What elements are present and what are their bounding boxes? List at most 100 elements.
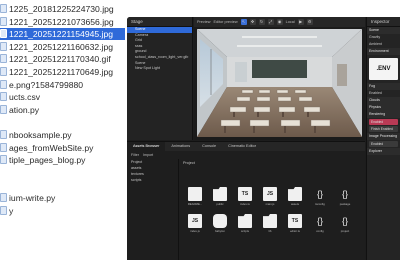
inspector-button-enabled[interactable]: Enabled <box>369 119 398 125</box>
stage-panel-title: Stage <box>127 17 192 27</box>
file-name: e.png?1584799880 <box>9 79 84 90</box>
asset-name: config <box>316 229 324 233</box>
asset-item[interactable]: babylon <box>210 214 230 233</box>
file-list-item[interactable] <box>0 179 125 191</box>
inspector-section-clouds[interactable]: Clouds <box>367 97 400 104</box>
preview-toolbar: Preview Editor preview ↖ ✥ ↻ ⤢ ◉ Local ▶… <box>194 17 365 27</box>
rotate-tool-icon[interactable]: ↻ <box>258 19 265 25</box>
asset-item[interactable]: assets <box>285 187 305 206</box>
braces-icon: {} <box>316 216 323 226</box>
file-name: 1221_20251221160632.jpg <box>9 41 114 52</box>
asset-name: lib <box>268 229 272 233</box>
inspector-row-gravity[interactable]: Gravity <box>367 34 400 41</box>
inspector-section-image-processing[interactable]: Image Processing <box>367 133 400 140</box>
file-name: y <box>9 205 14 216</box>
asset-item[interactable]: TS index.ts <box>235 187 255 206</box>
file-name: 1221_20251221073656.jpg <box>9 16 114 27</box>
inspector-fog-enabled[interactable]: Enabled <box>367 90 400 97</box>
tab-animations[interactable]: Animations <box>165 142 196 151</box>
file-list: 1225_20181225224730.jpg 1221_202512210736… <box>0 0 125 260</box>
asset-item[interactable]: {} tsconfig <box>310 187 330 206</box>
env-texture-preview[interactable]: .ENV <box>369 58 398 80</box>
asset-item[interactable]: TS editor.ts <box>285 214 305 233</box>
file-icon <box>0 29 7 39</box>
file-name: 1221_20251221154945.jpg <box>9 29 114 40</box>
file-name: 1221_20251221170649.jpg <box>9 67 114 77</box>
file-name: 1221_20251221170340.gif <box>9 54 111 65</box>
file-icon <box>0 54 7 64</box>
tab-console[interactable]: Console <box>196 142 222 151</box>
import-button[interactable]: Import <box>143 153 153 157</box>
play-icon[interactable]: ▶ <box>297 19 304 25</box>
inspector-section-fog[interactable]: Fog <box>367 83 400 90</box>
asset-item[interactable]: JS main.js <box>260 187 280 206</box>
file-icon <box>0 41 7 51</box>
stage-tree-item[interactable]: New Spot Light <box>127 66 192 72</box>
file-icon <box>0 142 7 152</box>
file-list-item[interactable]: 1221_20251221170649.jpg <box>0 66 125 78</box>
inspector-section-environment[interactable]: Environment <box>367 48 400 55</box>
select-tool-icon[interactable]: ↖ <box>240 19 247 25</box>
file-list-item[interactable]: ages_fromWebSite.py <box>0 142 125 154</box>
space-selector[interactable]: Local <box>286 20 295 24</box>
inspector-row-ambient[interactable]: Ambient <box>367 41 400 48</box>
file-list-item[interactable]: nbooksample.py <box>0 129 125 141</box>
braces-icon: {} <box>341 189 348 199</box>
file-name: ium-write.py <box>9 193 56 203</box>
js-icon: JS <box>263 187 277 201</box>
bottom-area: Assets Browser Animations Console Cinema… <box>127 141 365 260</box>
file-list-item[interactable]: 1221_20251221073656.jpg <box>0 16 125 28</box>
scene-viewport[interactable] <box>197 29 362 137</box>
file-list-item[interactable]: ucts.csv <box>0 91 125 103</box>
file-list-item[interactable]: 1221_20251221154945.jpg <box>0 28 125 41</box>
inspector-panel: Inspector Scene Gravity Ambient Environm… <box>366 17 400 260</box>
asset-name: scripts <box>240 229 250 233</box>
inspector-button-ip-enabled[interactable]: Enabled <box>369 141 398 147</box>
file-list-item[interactable]: ation.py <box>0 104 125 116</box>
asset-name: babylon <box>215 229 225 233</box>
file-list-item[interactable] <box>0 116 125 128</box>
move-tool-icon[interactable]: ✥ <box>249 19 256 25</box>
tab-assets-browser[interactable]: Assets Browser <box>127 142 166 151</box>
inspector-row-scene[interactable]: Scene <box>367 27 400 34</box>
file-icon <box>0 130 7 139</box>
asset-item[interactable]: JS index.js <box>185 214 205 233</box>
preview-mode-label[interactable]: Editor preview <box>214 20 238 24</box>
stage-tree-item[interactable]: school_class_room_light_ver.glb <box>127 55 192 61</box>
asset-item[interactable]: {} project <box>335 214 355 233</box>
file-list-item[interactable]: e.png?1584799880 <box>0 79 125 91</box>
asset-toolbar: Filter Import <box>127 151 365 159</box>
ts-icon: TS <box>238 187 252 201</box>
scale-tool-icon[interactable]: ⤢ <box>267 19 274 25</box>
asset-item[interactable]: scripts <box>235 214 255 233</box>
inspector-section-physics[interactable]: Physics <box>367 104 400 111</box>
ts-icon: TS <box>288 214 302 228</box>
file-list-item[interactable]: 1221_20251221170340.gif <box>0 53 125 65</box>
settings-icon[interactable]: ⚙ <box>306 19 313 25</box>
file-list-item[interactable]: 1221_20251221160632.jpg <box>0 41 125 53</box>
file-list-item[interactable] <box>0 167 125 179</box>
file-name: ages_fromWebSite.py <box>9 142 94 153</box>
inspector-button-finish-enabled[interactable]: Finish Enabled <box>369 126 398 132</box>
asset-name: README... <box>187 202 203 206</box>
file-icon <box>0 79 7 89</box>
file-list-item[interactable]: y <box>0 205 125 217</box>
asset-item[interactable]: lib <box>260 214 280 233</box>
asset-item[interactable]: {} package <box>335 187 355 206</box>
folder-icon <box>263 214 277 228</box>
tree-item-scripts[interactable]: scripts <box>127 177 178 183</box>
tab-cinematic-editor[interactable]: Cinematic Editor <box>222 142 262 151</box>
inspector-section-explorer[interactable]: Explorer <box>367 148 400 155</box>
asset-item[interactable]: {} config <box>310 214 330 233</box>
asset-item[interactable]: README... <box>185 187 205 206</box>
inspector-section-rendering[interactable]: Rendering <box>367 111 400 118</box>
file-list-item[interactable]: ium-write.py <box>0 192 125 204</box>
file-icon <box>0 193 7 202</box>
file-list-item[interactable]: tiple_pages_blog.py <box>0 154 125 166</box>
file-list-item[interactable]: 1225_20181225224730.jpg <box>0 3 125 15</box>
filter-button[interactable]: Filter <box>131 153 139 157</box>
asset-item[interactable]: public <box>210 187 230 206</box>
shield-icon <box>213 214 227 228</box>
stage-panel: Stage Scene Camera Grid ssss ground school_cl… <box>127 17 193 140</box>
camera-icon[interactable]: ◉ <box>276 19 283 25</box>
